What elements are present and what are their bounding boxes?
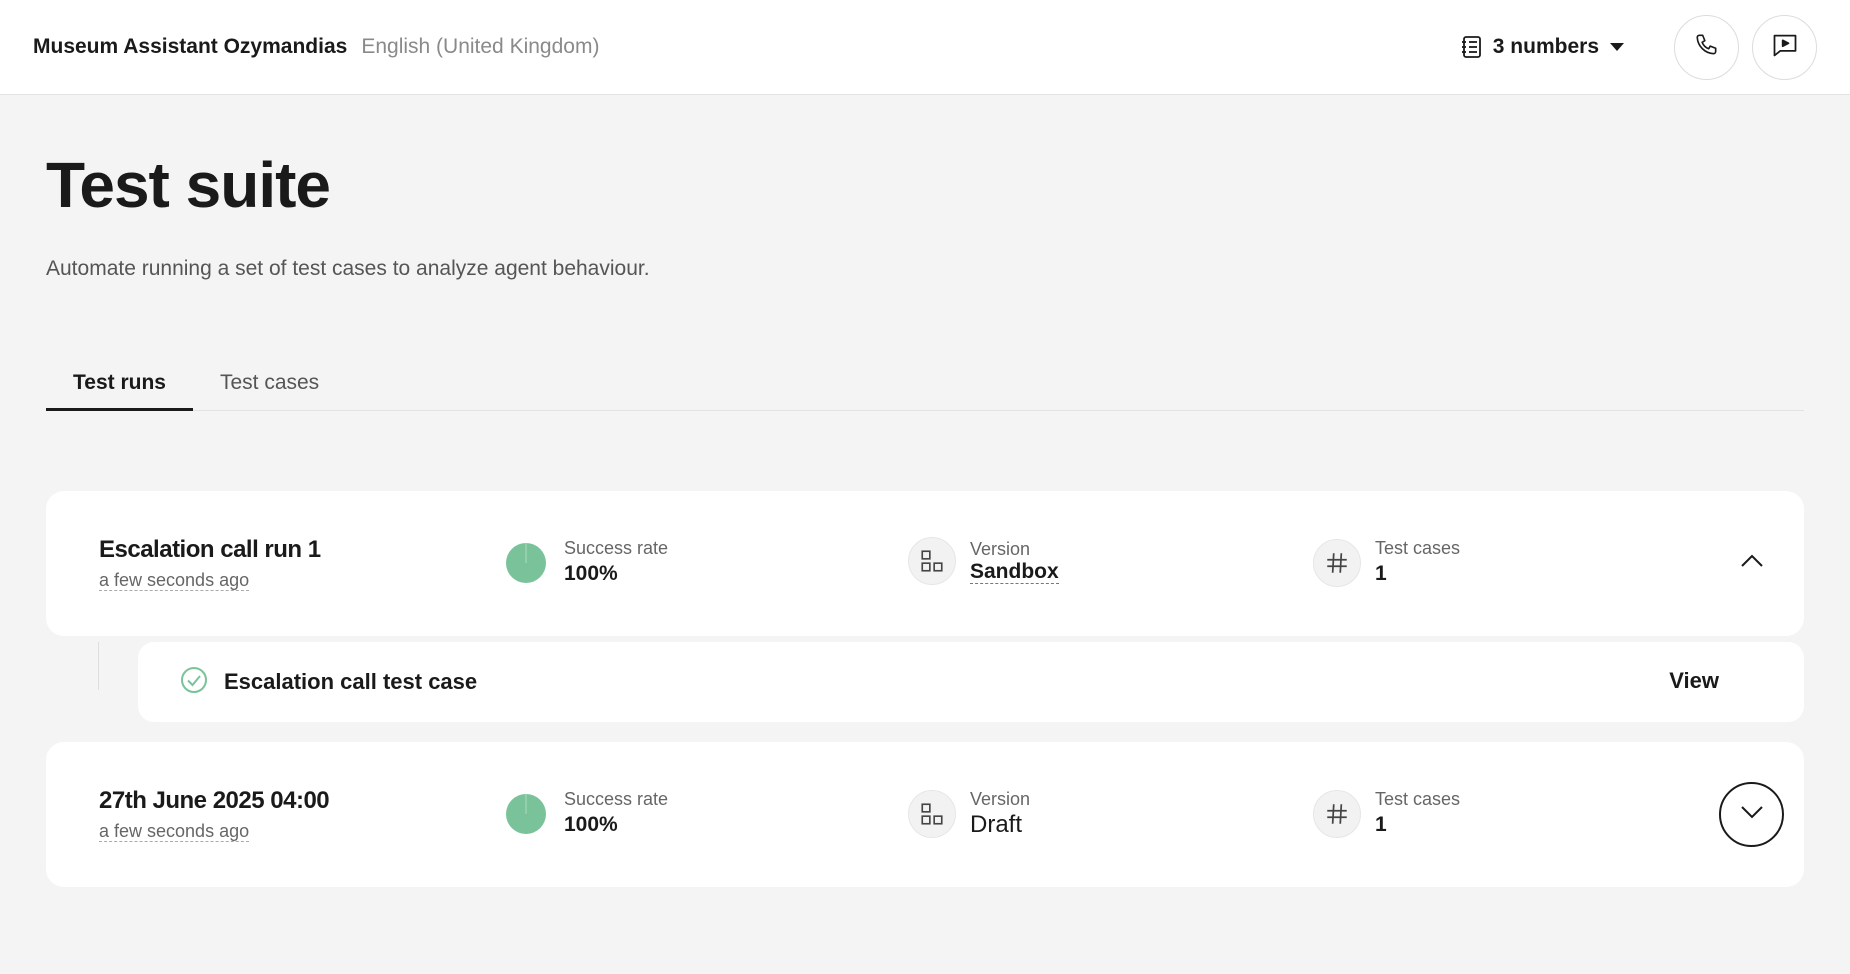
number-list-icon	[1461, 35, 1483, 59]
test-call-button[interactable]	[1674, 14, 1739, 80]
collapse-run-button[interactable]	[1719, 531, 1784, 596]
numbers-label: 3 numbers	[1492, 35, 1599, 58]
check-circle-icon	[180, 666, 208, 699]
version-metric: Version Sandbox	[908, 537, 1059, 585]
test-cases-metric: Test cases 1	[1313, 788, 1460, 840]
version-metric: Version Draft	[908, 788, 1030, 840]
success-rate-metric: Success rate 100%	[502, 537, 668, 589]
tab-test-cases[interactable]: Test cases	[193, 371, 346, 411]
version-label: Version	[970, 789, 1031, 809]
numbers-dropdown[interactable]: 3 numbers	[1461, 35, 1625, 59]
view-test-case-button[interactable]: View	[1669, 668, 1719, 694]
tab-test-runs[interactable]: Test runs	[46, 371, 193, 411]
hash-icon	[1313, 539, 1361, 587]
tree-connector	[98, 642, 99, 690]
test-run-card[interactable]: 27th June 2025 04:00 a few seconds ago S…	[46, 742, 1804, 887]
success-pie-icon	[502, 539, 550, 587]
success-rate-metric: Success rate 100%	[502, 788, 668, 840]
test-cases-label: Test cases	[1375, 538, 1461, 558]
test-case-row[interactable]: Escalation call test case View	[138, 642, 1804, 722]
run-timestamp: a few seconds ago	[99, 821, 250, 842]
top-bar-actions: 3 numbers	[1461, 14, 1817, 80]
chat-play-icon	[1771, 31, 1799, 64]
version-icon	[908, 537, 956, 585]
test-cases-metric: Test cases 1	[1313, 537, 1460, 589]
success-pie-icon	[502, 790, 550, 838]
success-rate-value: 100%	[564, 813, 618, 836]
test-runs-list: Escalation call run 1 a few seconds ago …	[46, 491, 1804, 887]
run-timestamp: a few seconds ago	[99, 570, 250, 591]
success-rate-value: 100%	[564, 562, 618, 585]
test-case-name: Escalation call test case	[224, 669, 478, 694]
agent-name[interactable]: Museum Assistant Ozymandias	[33, 35, 347, 59]
expand-run-button[interactable]	[1719, 782, 1784, 847]
run-title: Escalation call run 1	[99, 536, 321, 563]
version-icon	[908, 790, 956, 838]
phone-icon	[1694, 32, 1720, 63]
success-rate-label: Success rate	[564, 538, 669, 558]
version-value: Draft	[970, 811, 1023, 838]
version-link[interactable]: Sandbox	[970, 560, 1059, 584]
main-content: Test suite Automate running a set of tes…	[0, 153, 1850, 887]
test-chat-button[interactable]	[1752, 14, 1817, 80]
tab-bar: Test runs Test cases	[46, 371, 1804, 411]
test-cases-count: 1	[1375, 813, 1387, 836]
test-cases-label: Test cases	[1375, 789, 1461, 809]
page-subtitle: Automate running a set of test cases to …	[46, 257, 650, 280]
version-label: Version	[970, 539, 1031, 559]
run-title: 27th June 2025 04:00	[99, 787, 330, 814]
hash-icon	[1313, 790, 1361, 838]
page-title: Test suite	[46, 149, 331, 221]
chevron-down-icon	[1740, 805, 1764, 824]
caret-down-icon	[1609, 42, 1625, 52]
chevron-up-icon	[1740, 554, 1764, 573]
test-cases-count: 1	[1375, 562, 1387, 585]
agent-language: English (United Kingdom)	[361, 35, 600, 58]
test-run-card[interactable]: Escalation call run 1 a few seconds ago …	[46, 491, 1804, 636]
success-rate-label: Success rate	[564, 789, 669, 809]
top-bar: Museum Assistant Ozymandias English (Uni…	[0, 0, 1850, 95]
run-test-cases: Escalation call test case View	[46, 642, 1804, 722]
